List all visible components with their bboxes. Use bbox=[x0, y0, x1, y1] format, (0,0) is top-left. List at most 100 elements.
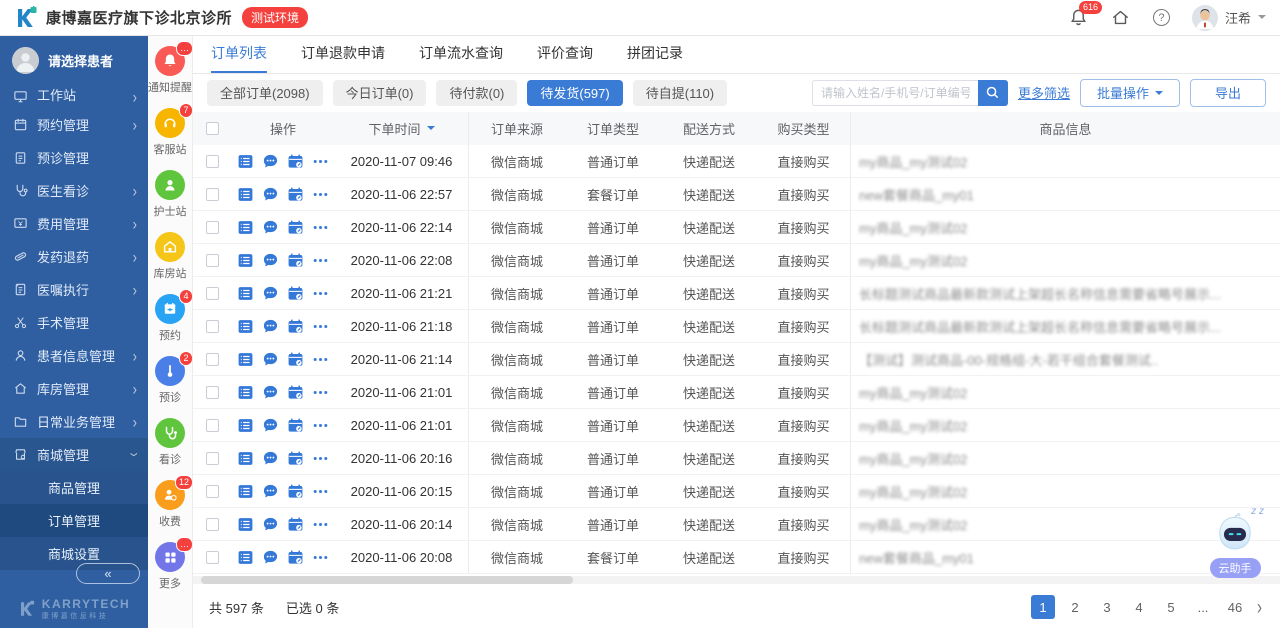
sidebar-item-daily-business-mgmt[interactable]: 日常业务管理 › bbox=[0, 405, 148, 438]
order-detail-icon[interactable] bbox=[237, 351, 254, 368]
sidebar-item-workstation[interactable]: 工作站 › bbox=[0, 84, 148, 108]
page-button[interactable]: 2 bbox=[1063, 595, 1087, 619]
assistant-label[interactable]: 云助手 bbox=[1210, 558, 1261, 578]
order-message-icon[interactable] bbox=[262, 384, 279, 401]
order-message-icon[interactable] bbox=[262, 318, 279, 335]
more-actions-icon[interactable] bbox=[312, 351, 329, 368]
table-row[interactable]: 2020-11-06 21:01 微信商城 普通订单 快递配送 直接购买 my商… bbox=[193, 409, 1280, 442]
notification-bell-icon[interactable]: 616 bbox=[1069, 8, 1089, 28]
order-message-icon[interactable] bbox=[262, 549, 279, 566]
rail-item-notifications[interactable]: … 通知提醒 bbox=[148, 46, 192, 95]
more-filters-link[interactable]: 更多筛选 bbox=[1018, 83, 1070, 102]
sidebar-item-warehouse-mgmt[interactable]: 库房管理 › bbox=[0, 372, 148, 405]
sidebar-subitem-order-mgmt[interactable]: 订单管理 bbox=[0, 504, 148, 537]
order-message-icon[interactable] bbox=[262, 351, 279, 368]
page-button[interactable]: 4 bbox=[1127, 595, 1151, 619]
table-row[interactable]: 2020-11-06 21:18 微信商城 普通订单 快递配送 直接购买 长标题… bbox=[193, 310, 1280, 343]
sort-desc-icon[interactable] bbox=[427, 126, 435, 134]
page-button[interactable]: 5 bbox=[1159, 595, 1183, 619]
search-button[interactable] bbox=[978, 80, 1008, 106]
order-detail-icon[interactable] bbox=[237, 483, 254, 500]
order-tab[interactable]: 评价查询 bbox=[537, 36, 593, 73]
rail-item-warehouse-station[interactable]: 库房站 bbox=[148, 232, 192, 281]
row-checkbox[interactable] bbox=[206, 188, 219, 201]
more-actions-icon[interactable] bbox=[312, 186, 329, 203]
more-actions-icon[interactable] bbox=[312, 318, 329, 335]
row-checkbox[interactable] bbox=[206, 353, 219, 366]
sidebar-item-appointment-mgmt[interactable]: 预约管理 › bbox=[0, 108, 148, 141]
order-detail-icon[interactable] bbox=[237, 153, 254, 170]
scrollbar-thumb[interactable] bbox=[201, 576, 573, 584]
table-row[interactable]: 2020-11-06 20:14 微信商城 普通订单 快递配送 直接购买 my商… bbox=[193, 508, 1280, 541]
more-actions-icon[interactable] bbox=[312, 285, 329, 302]
row-checkbox[interactable] bbox=[206, 320, 219, 333]
order-detail-icon[interactable] bbox=[237, 549, 254, 566]
more-actions-icon[interactable] bbox=[312, 219, 329, 236]
order-detail-icon[interactable] bbox=[237, 186, 254, 203]
order-edit-icon[interactable] bbox=[287, 186, 304, 203]
row-checkbox[interactable] bbox=[206, 386, 219, 399]
sidebar-item-doctor-visit[interactable]: 医生看诊 › bbox=[0, 174, 148, 207]
order-edit-icon[interactable] bbox=[287, 285, 304, 302]
table-row[interactable]: 2020-11-06 22:57 微信商城 套餐订单 快递配送 直接购买 new… bbox=[193, 178, 1280, 211]
select-all-checkbox[interactable] bbox=[206, 122, 219, 135]
order-message-icon[interactable] bbox=[262, 450, 279, 467]
order-detail-icon[interactable] bbox=[237, 285, 254, 302]
more-actions-icon[interactable] bbox=[312, 384, 329, 401]
order-message-icon[interactable] bbox=[262, 285, 279, 302]
status-filter-chip[interactable]: 待付款(0) bbox=[436, 80, 517, 106]
rail-item-pre-diagnosis[interactable]: 2 预诊 bbox=[148, 356, 192, 405]
sidebar-item-patient-info-mgmt[interactable]: 患者信息管理 › bbox=[0, 339, 148, 372]
rail-item-customer-service[interactable]: 7 客服站 bbox=[148, 108, 192, 157]
more-actions-icon[interactable] bbox=[312, 252, 329, 269]
order-tab[interactable]: 订单流水查询 bbox=[419, 36, 503, 73]
page-button[interactable]: ... bbox=[1191, 595, 1215, 619]
order-edit-icon[interactable] bbox=[287, 219, 304, 236]
order-message-icon[interactable] bbox=[262, 219, 279, 236]
batch-actions-button[interactable]: 批量操作 bbox=[1080, 79, 1180, 107]
order-detail-icon[interactable] bbox=[237, 318, 254, 335]
sidebar-item-surgery-mgmt[interactable]: 手术管理 bbox=[0, 306, 148, 339]
order-detail-icon[interactable] bbox=[237, 384, 254, 401]
table-row[interactable]: 2020-11-06 20:16 微信商城 普通订单 快递配送 直接购买 my商… bbox=[193, 442, 1280, 475]
patient-selector[interactable]: 请选择患者 bbox=[0, 36, 148, 84]
status-filter-chip[interactable]: 今日订单(0) bbox=[333, 80, 427, 106]
order-message-icon[interactable] bbox=[262, 483, 279, 500]
row-checkbox[interactable] bbox=[206, 221, 219, 234]
row-checkbox[interactable] bbox=[206, 155, 219, 168]
more-actions-icon[interactable] bbox=[312, 516, 329, 533]
rail-item-more[interactable]: … 更多 bbox=[148, 542, 192, 591]
row-checkbox[interactable] bbox=[206, 419, 219, 432]
sidebar-item-dispense-return[interactable]: 发药退药 › bbox=[0, 240, 148, 273]
order-detail-icon[interactable] bbox=[237, 516, 254, 533]
order-edit-icon[interactable] bbox=[287, 153, 304, 170]
order-message-icon[interactable] bbox=[262, 186, 279, 203]
sidebar-item-medical-orders[interactable]: 医嘱执行 › bbox=[0, 273, 148, 306]
sidebar-subitem-product-mgmt[interactable]: 商品管理 bbox=[0, 471, 148, 504]
order-tab[interactable]: 订单退款申请 bbox=[301, 36, 385, 73]
rail-item-consultation[interactable]: 看诊 bbox=[148, 418, 192, 467]
sidebar-item-mall-mgmt[interactable]: 商城管理 › bbox=[0, 438, 148, 471]
user-menu[interactable]: 汪希 bbox=[1192, 5, 1266, 31]
order-message-icon[interactable] bbox=[262, 417, 279, 434]
cloud-assistant[interactable]: z z 云助手 bbox=[1204, 510, 1266, 578]
page-button[interactable]: 3 bbox=[1095, 595, 1119, 619]
more-actions-icon[interactable] bbox=[312, 153, 329, 170]
row-checkbox[interactable] bbox=[206, 551, 219, 564]
order-message-icon[interactable] bbox=[262, 516, 279, 533]
table-row[interactable]: 2020-11-06 21:21 微信商城 普通订单 快递配送 直接购买 长标题… bbox=[193, 277, 1280, 310]
row-checkbox[interactable] bbox=[206, 518, 219, 531]
home-icon[interactable] bbox=[1111, 8, 1131, 28]
table-row[interactable]: 2020-11-06 20:15 微信商城 普通订单 快递配送 直接购买 my商… bbox=[193, 475, 1280, 508]
order-edit-icon[interactable] bbox=[287, 417, 304, 434]
status-filter-chip[interactable]: 待自提(110) bbox=[633, 80, 727, 106]
order-message-icon[interactable] bbox=[262, 153, 279, 170]
search-input[interactable] bbox=[812, 80, 978, 106]
order-edit-icon[interactable] bbox=[287, 252, 304, 269]
page-button[interactable]: 46 bbox=[1223, 595, 1247, 619]
table-row[interactable]: 2020-11-06 21:14 微信商城 普通订单 快递配送 直接购买 【测试… bbox=[193, 343, 1280, 376]
export-button[interactable]: 导出 bbox=[1190, 79, 1266, 107]
order-edit-icon[interactable] bbox=[287, 351, 304, 368]
rail-item-nurse-station[interactable]: 护士站 bbox=[148, 170, 192, 219]
more-actions-icon[interactable] bbox=[312, 450, 329, 467]
